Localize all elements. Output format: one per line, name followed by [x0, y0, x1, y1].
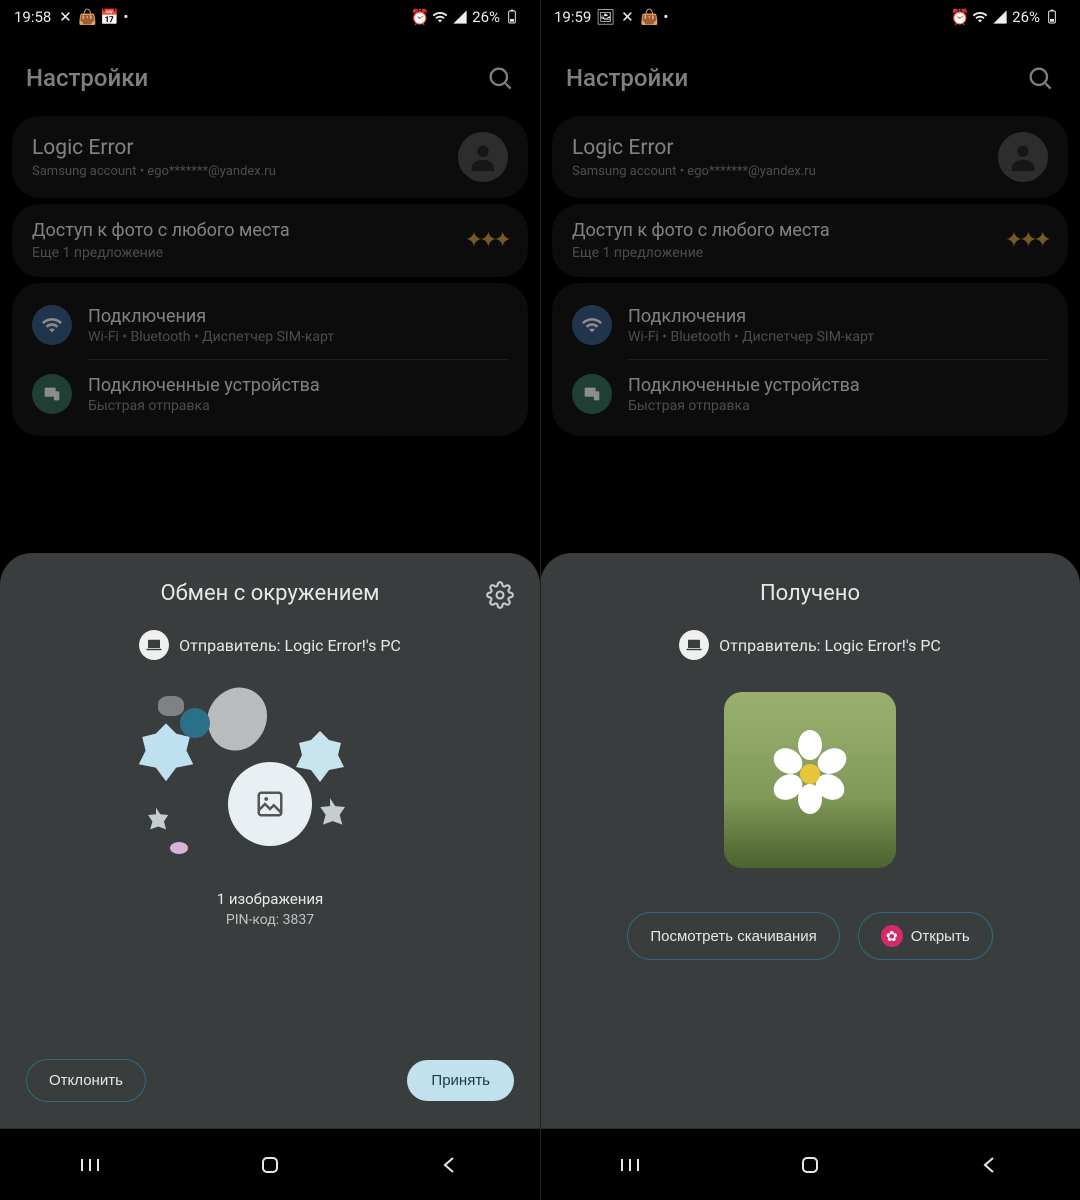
- wifi-icon: [972, 9, 988, 25]
- page-title: Настройки: [566, 64, 688, 92]
- promo-sub: Еще 1 предложение: [572, 245, 830, 261]
- account-sub: Samsung account • ego*******@yandex.ru: [572, 164, 816, 179]
- sender-label: Отправитель: Logic Error!'s PC: [719, 636, 941, 655]
- sender-row: Отправитель: Logic Error!'s PC: [679, 630, 941, 660]
- bag-icon: 👜: [641, 9, 657, 25]
- navigation-bar: [0, 1128, 540, 1200]
- laptop-icon: [139, 630, 169, 660]
- search-button[interactable]: [1026, 64, 1054, 92]
- screen-left: 19:58 ✕ 👜 📅 • ⏰ 26% Настройки: [0, 0, 540, 1200]
- status-icon-misc: ✕: [619, 9, 635, 25]
- settings-gear-button[interactable]: [486, 581, 514, 609]
- promo-sub: Еще 1 предложение: [32, 245, 290, 261]
- account-card[interactable]: Logic Error Samsung account • ego*******…: [12, 116, 528, 198]
- calendar-icon: 📅: [101, 9, 117, 25]
- pin-label: PIN-код: 3837: [226, 912, 314, 928]
- nearby-share-sheet: Обмен с окружением Отправитель: Logic Er…: [0, 553, 540, 1128]
- list-item-sub: Быстрая отправка: [628, 398, 860, 414]
- status-bar: 19:58 ✕ 👜 📅 • ⏰ 26%: [0, 0, 540, 34]
- account-sub: Samsung account • ego*******@yandex.ru: [32, 164, 276, 179]
- nav-home[interactable]: [794, 1149, 826, 1181]
- status-bar: 19:59 🖼 ✕ 👜 • ⏰ 26%: [540, 0, 1080, 34]
- battery-icon: [504, 9, 520, 25]
- gallery-app-icon: ✿: [881, 925, 903, 947]
- sparkle-icon: ✦✦✦: [1005, 228, 1048, 253]
- sparkle-icon: ✦✦✦: [465, 228, 508, 253]
- list-item-title: Подключенные устройства: [628, 375, 860, 396]
- promo-card[interactable]: Доступ к фото с любого места Еще 1 предл…: [12, 204, 528, 277]
- battery-percent: 26%: [1012, 8, 1040, 26]
- screen-divider: [540, 0, 541, 1200]
- settings-background: Настройки Logic Error Samsung account • …: [540, 34, 1080, 442]
- settings-item-connections[interactable]: Подключения Wi-Fi • Bluetooth • Диспетче…: [12, 291, 528, 359]
- wifi-icon: [32, 305, 72, 345]
- devices-icon: [572, 374, 612, 414]
- settings-item-devices[interactable]: Подключенные устройства Быстрая отправка: [552, 360, 1068, 428]
- avatar: [458, 132, 508, 182]
- open-label: Открыть: [911, 928, 970, 945]
- settings-item-connections[interactable]: Подключения Wi-Fi • Bluetooth • Диспетче…: [552, 291, 1068, 359]
- list-item-title: Подключенные устройства: [88, 375, 320, 396]
- sender-label: Отправитель: Logic Error!'s PC: [179, 636, 401, 655]
- image-icon: [228, 762, 312, 846]
- account-name: Logic Error: [572, 136, 816, 160]
- status-time: 19:59: [554, 8, 591, 26]
- settings-background: Настройки Logic Error Samsung account • …: [0, 34, 540, 442]
- file-count-label: 1 изображения: [217, 890, 324, 908]
- share-animation: [140, 684, 400, 884]
- list-item-sub: Wi-Fi • Bluetooth • Диспетчер SIM-карт: [628, 329, 874, 345]
- bag-icon: 👜: [79, 9, 95, 25]
- nav-recents[interactable]: [614, 1149, 646, 1181]
- list-item-title: Подключения: [88, 306, 334, 327]
- sender-row: Отправитель: Logic Error!'s PC: [139, 630, 401, 660]
- nav-recents[interactable]: [74, 1149, 106, 1181]
- received-sheet: Получено Отправитель: Logic Error!'s PC …: [540, 553, 1080, 1128]
- image-icon: 🖼: [597, 9, 613, 25]
- avatar: [998, 132, 1048, 182]
- sheet-title: Обмен с окружением: [161, 581, 380, 606]
- list-item-title: Подключения: [628, 306, 874, 327]
- accept-button[interactable]: Принять: [407, 1060, 514, 1101]
- dot-icon: •: [663, 8, 668, 26]
- wifi-icon: [432, 9, 448, 25]
- dot-icon: •: [123, 8, 128, 26]
- battery-icon: [1044, 9, 1060, 25]
- signal-icon: [992, 9, 1008, 25]
- status-time: 19:58: [14, 8, 51, 26]
- wifi-icon: [572, 305, 612, 345]
- page-title: Настройки: [26, 64, 148, 92]
- received-image-preview[interactable]: [724, 692, 896, 868]
- signal-icon: [452, 9, 468, 25]
- settings-list: Подключения Wi-Fi • Bluetooth • Диспетче…: [552, 283, 1068, 436]
- search-button[interactable]: [486, 64, 514, 92]
- promo-title: Доступ к фото с любого места: [32, 220, 290, 241]
- nav-back[interactable]: [974, 1149, 1006, 1181]
- promo-title: Доступ к фото с любого места: [572, 220, 830, 241]
- navigation-bar: [540, 1128, 1080, 1200]
- battery-percent: 26%: [472, 8, 500, 26]
- view-downloads-button[interactable]: Посмотреть скачивания: [627, 912, 839, 960]
- alarm-icon: ⏰: [412, 9, 428, 25]
- alarm-icon: ⏰: [952, 9, 968, 25]
- nav-back[interactable]: [434, 1149, 466, 1181]
- devices-icon: [32, 374, 72, 414]
- open-button[interactable]: ✿ Открыть: [858, 912, 993, 960]
- account-name: Logic Error: [32, 136, 276, 160]
- screen-right: 19:59 🖼 ✕ 👜 • ⏰ 26% Настройки Logic Erro…: [540, 0, 1080, 1200]
- list-item-sub: Wi-Fi • Bluetooth • Диспетчер SIM-карт: [88, 329, 334, 345]
- status-icon-misc: ✕: [57, 9, 73, 25]
- list-item-sub: Быстрая отправка: [88, 398, 320, 414]
- laptop-icon: [679, 630, 709, 660]
- promo-card[interactable]: Доступ к фото с любого места Еще 1 предл…: [552, 204, 1068, 277]
- settings-item-devices[interactable]: Подключенные устройства Быстрая отправка: [12, 360, 528, 428]
- settings-list: Подключения Wi-Fi • Bluetooth • Диспетче…: [12, 283, 528, 436]
- nav-home[interactable]: [254, 1149, 286, 1181]
- account-card[interactable]: Logic Error Samsung account • ego*******…: [552, 116, 1068, 198]
- decline-button[interactable]: Отклонить: [26, 1059, 146, 1102]
- sheet-title: Получено: [760, 581, 860, 606]
